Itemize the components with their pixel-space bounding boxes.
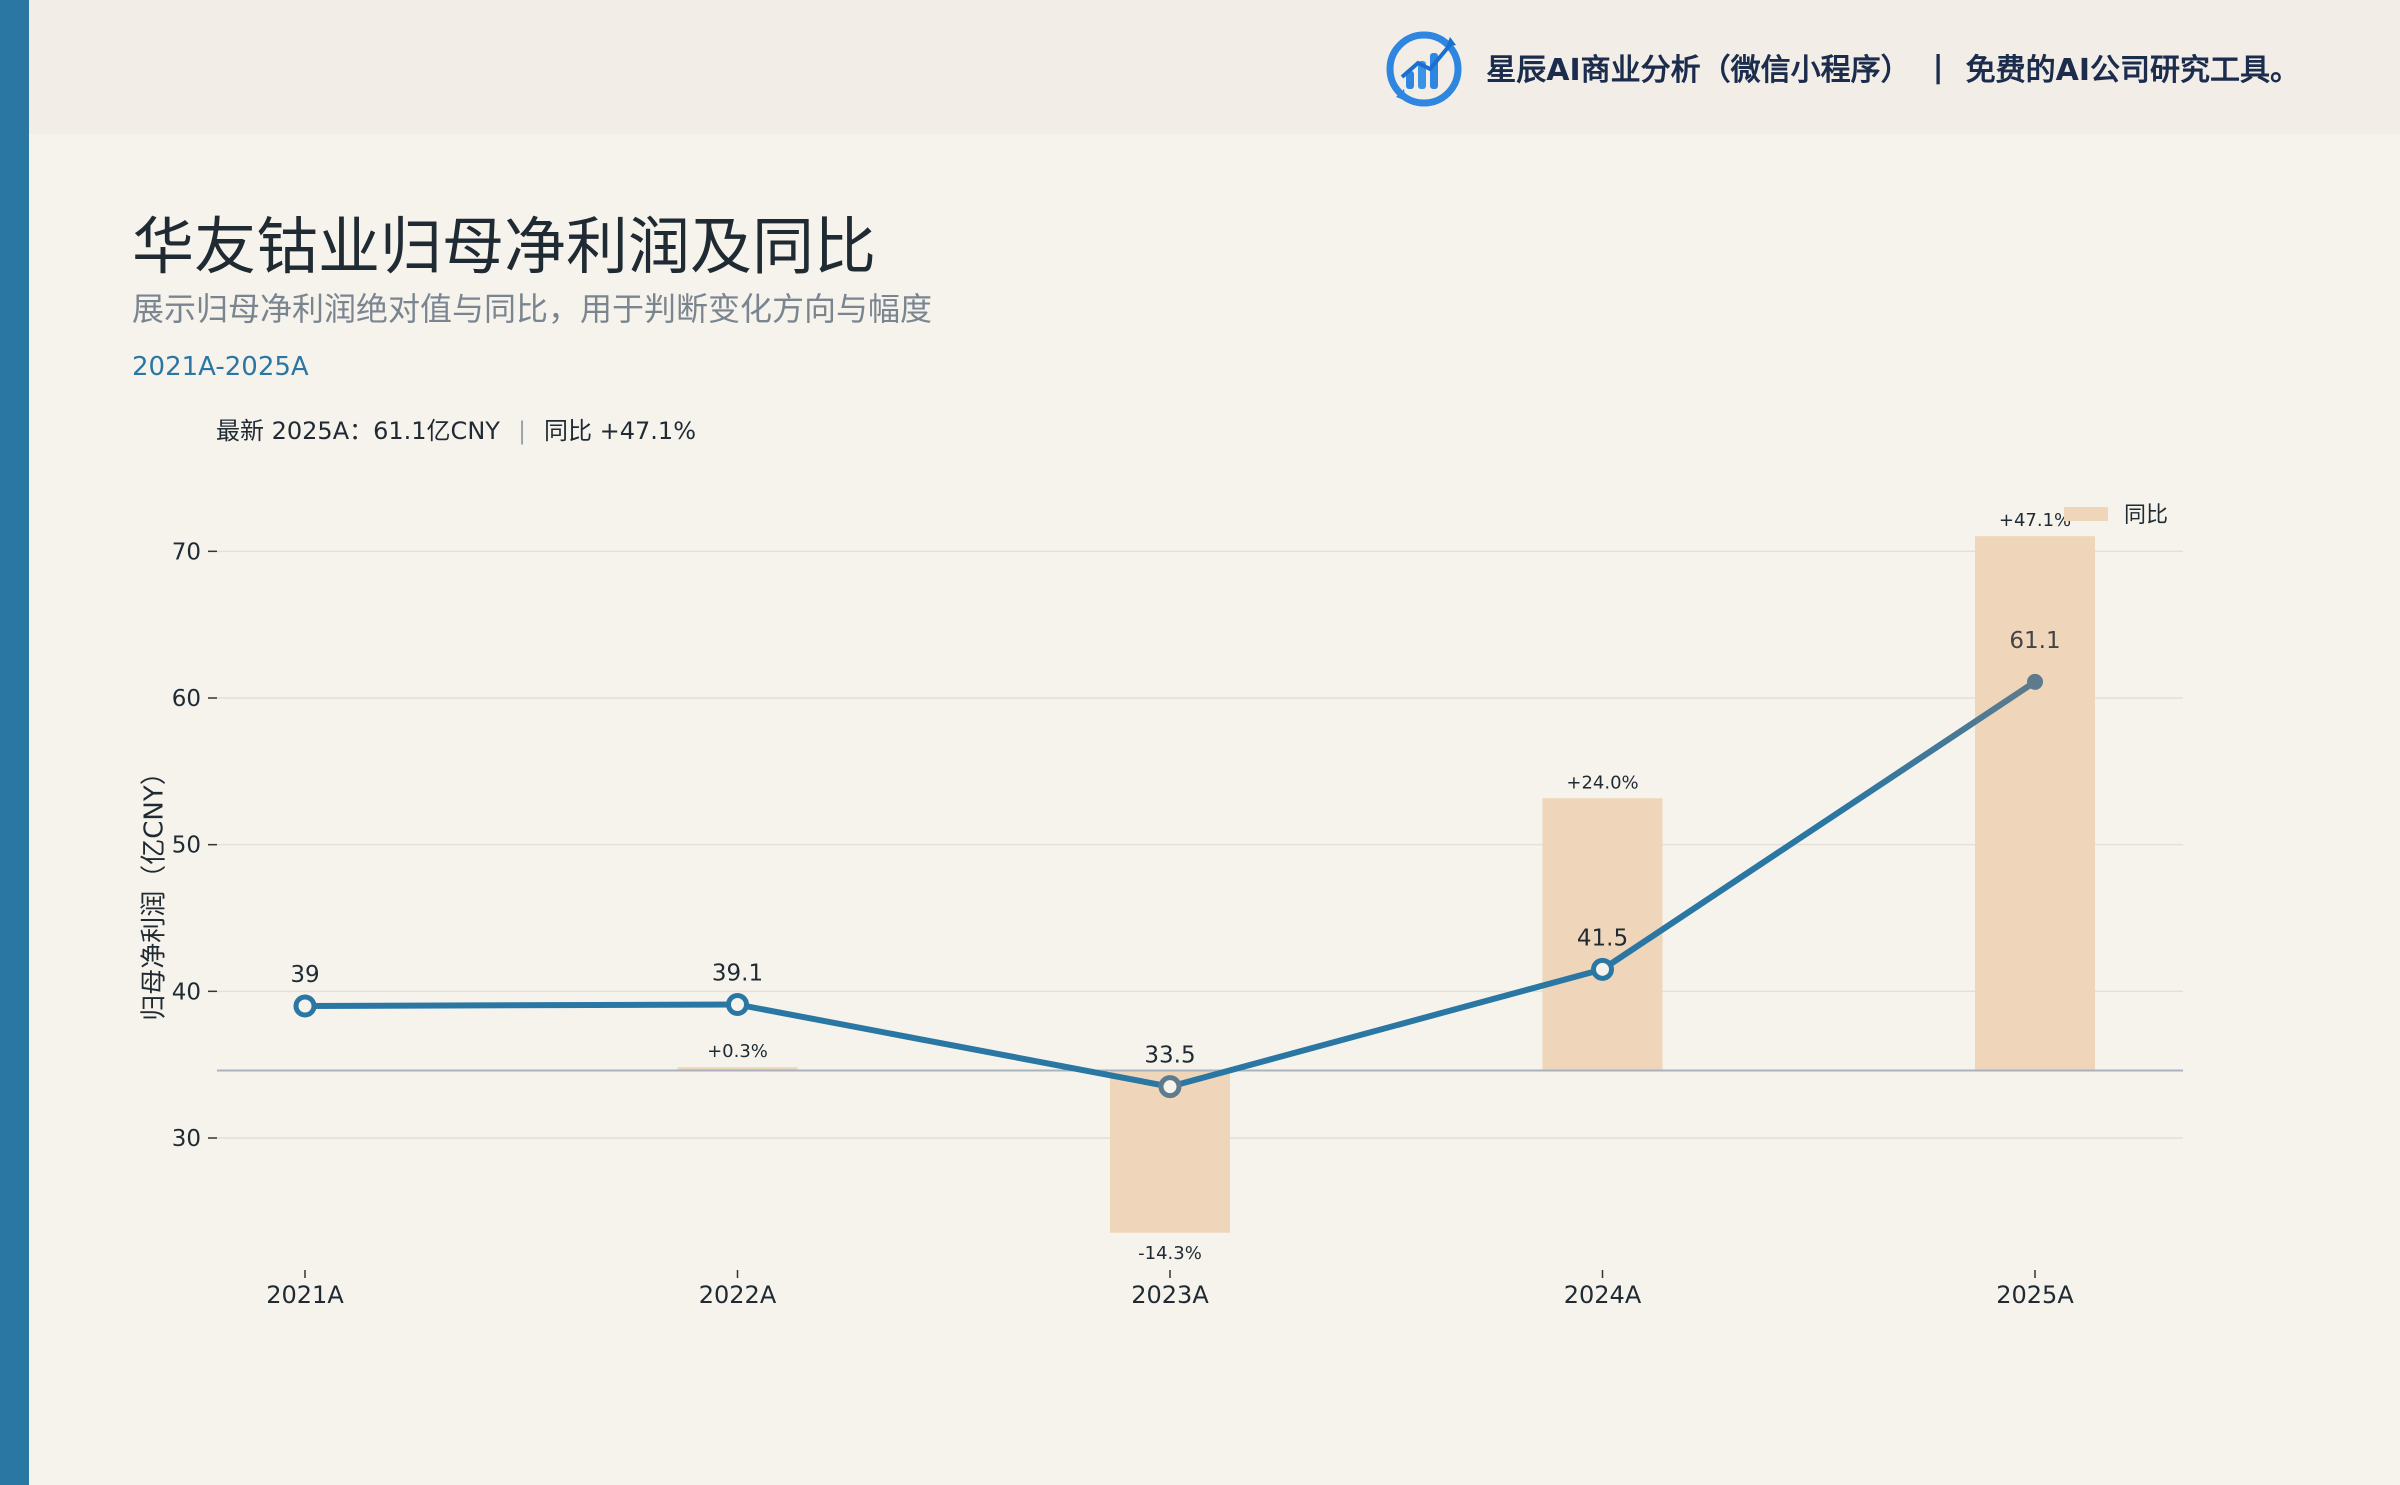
x-tick-label: 2023A xyxy=(1131,1281,1209,1309)
data-label: 39 xyxy=(290,962,319,988)
chart-plot: 30 40 50 60 70 +0.3% -14.3% +24.0% +47.1% 2021A 20… xyxy=(172,503,2183,1309)
yoy-bar-label: +47.1% xyxy=(1999,510,2071,531)
data-label: 41.5 xyxy=(1577,925,1628,951)
y-tick-label: 70 xyxy=(172,539,201,565)
y-tick-label: 30 xyxy=(172,1126,201,1152)
x-tick-label: 2021A xyxy=(266,1281,344,1309)
yoy-bar-label: +24.0% xyxy=(1566,772,1638,793)
x-tick-label: 2025A xyxy=(1996,1281,2074,1309)
data-label: 61.1 xyxy=(2009,628,2060,654)
legend-swatch xyxy=(2064,507,2108,521)
series-line-segment xyxy=(302,1001,741,1009)
data-point xyxy=(1158,1075,1182,1099)
data-point xyxy=(293,994,317,1018)
data-point xyxy=(726,993,749,1017)
data-label: 33.5 xyxy=(1144,1043,1195,1069)
series-line-segment xyxy=(734,1001,1173,1090)
y-tick-label: 50 xyxy=(172,833,201,859)
data-point xyxy=(2027,673,2043,690)
yoy-bar-label: +0.3% xyxy=(707,1041,768,1062)
yoy-bar-label: -14.3% xyxy=(1138,1243,1202,1264)
series-line-segment xyxy=(1167,966,1606,1090)
y-tick-label: 40 xyxy=(172,979,201,1005)
data-point xyxy=(1591,957,1614,981)
series-line-last-segment xyxy=(1599,678,2038,973)
data-label: 39.1 xyxy=(712,961,763,987)
yoy-bar xyxy=(1975,536,2095,1071)
x-tick-label: 2022A xyxy=(699,1281,777,1309)
y-tick-label: 60 xyxy=(172,686,201,712)
legend-label: 同比 xyxy=(2124,503,2168,528)
x-tick-label: 2024A xyxy=(1564,1281,1642,1309)
